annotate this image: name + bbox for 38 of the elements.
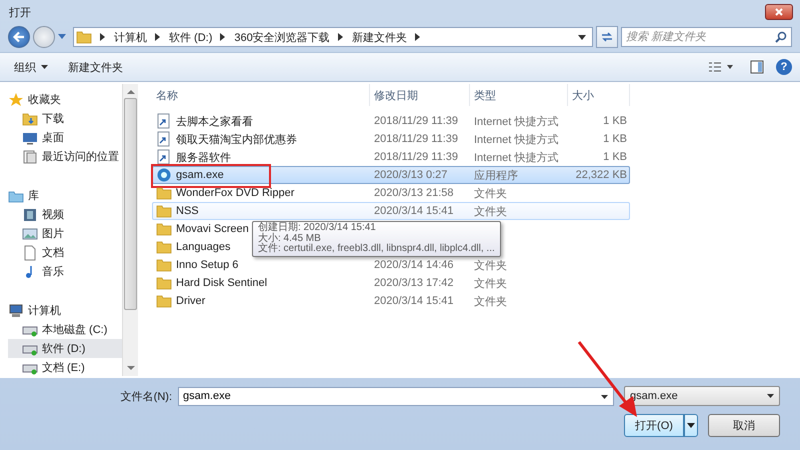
file-name: Languages [176,241,230,253]
table-cell: 2018/11/29 11:39 [374,115,458,127]
table-cell-text: 文件夹 [474,204,507,218]
table-cell-text: 文件夹 [474,294,507,308]
table-cell: 2020/3/14 15:41 [374,295,454,307]
table-cell: 1 KB [603,151,627,163]
table-cell-text: 文件夹 [474,258,507,272]
table-cell-text: 应用程序 [474,168,518,182]
table-cell: 2020/3/13 17:42 [374,277,454,289]
table-cell: 2020/3/13 21:58 [374,187,454,199]
table-cell: 22,322 KB [576,169,627,181]
file-name: Hard Disk Sentinel [176,277,268,289]
file-name: gsam.exe [176,169,224,181]
tooltip-line: 创建日期: 2020/3/14 15:41 [258,223,377,233]
table-cell: 2020/3/14 15:41 [374,205,454,217]
table-cell: 1 KB [603,133,627,145]
file-name: WonderFox DVD Ripper [176,187,294,199]
window-title: 打开 [9,6,32,20]
file-name: 去脚本之家看看 [176,114,253,128]
tooltip-line: 大小: 4.45 MB [258,234,322,244]
table-cell-text: 文件夹 [474,186,507,200]
table-cell: 2020/3/14 14:46 [374,259,454,271]
table-cell-text: Internet 快捷方式 [474,150,558,164]
filename-label: 文件名(N): [120,390,172,404]
file-name: 服务器软件 [176,150,231,164]
tooltip-line: 文件: certutil.exe, freebl3.dll, libnspr4.dll, libplc4.dll, ... [258,244,495,254]
table-cell: 2020/3/13 0:27 [374,169,448,181]
table-cell: 2018/11/29 11:39 [374,151,458,163]
table-cell: 2018/11/29 11:39 [374,133,458,145]
table-cell-text: 文件夹 [474,276,507,290]
file-name: Movavi Screen [176,223,249,235]
file-name: NSS [176,205,199,217]
table-cell-text: Internet 快捷方式 [474,114,558,128]
table-cell: 1 KB [603,115,627,127]
file-name: Inno Setup 6 [176,259,238,271]
table-cell-text: Internet 快捷方式 [474,132,558,146]
file-name: 领取天猫淘宝内部优惠券 [176,132,297,146]
file-name: Driver [176,295,206,307]
